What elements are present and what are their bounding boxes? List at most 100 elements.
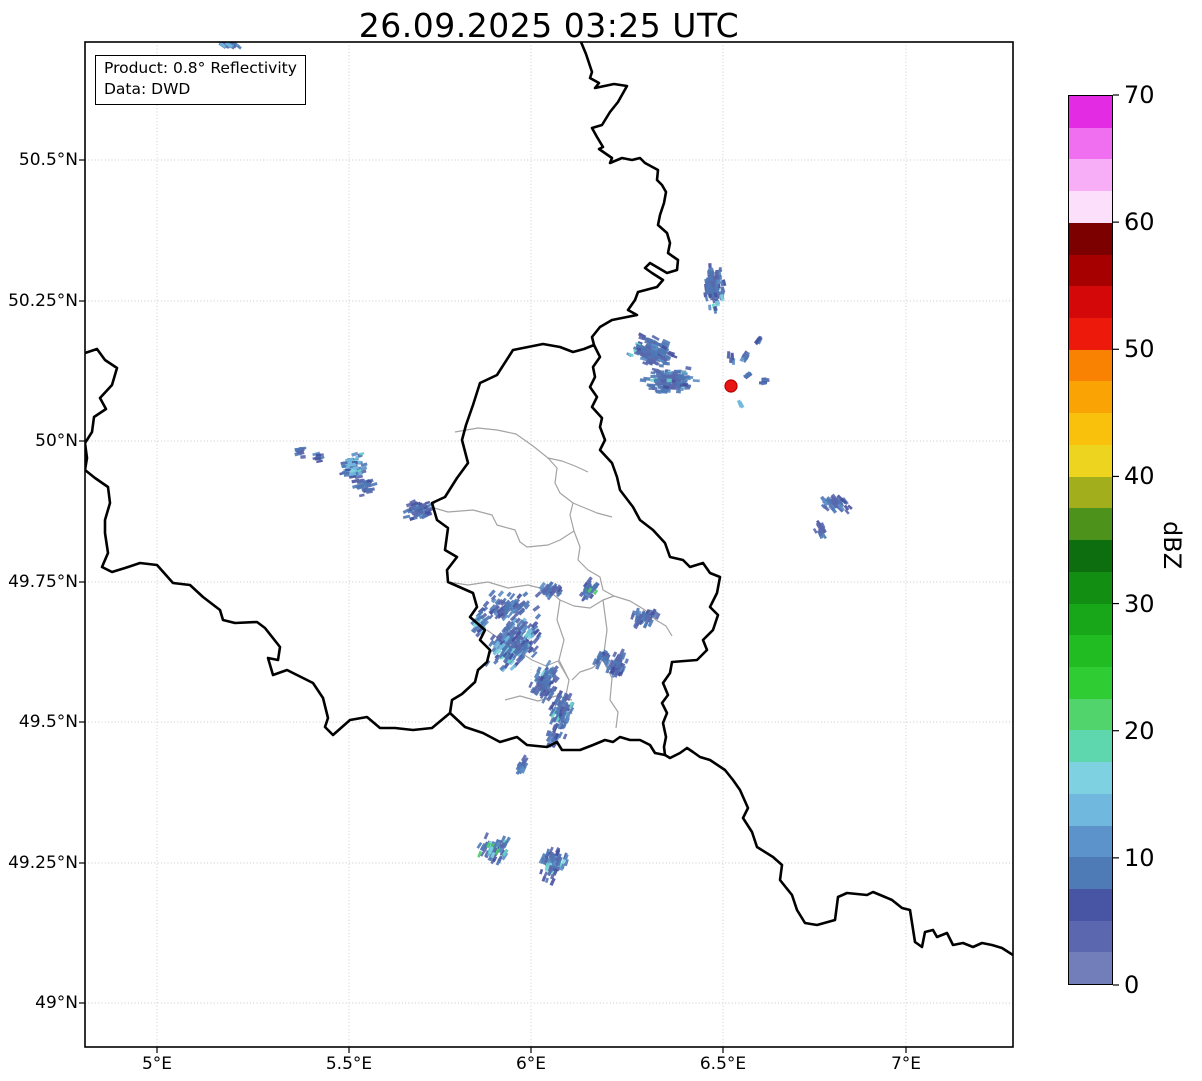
colorbar-segment	[1069, 635, 1112, 667]
colorbar-unit-label: dBZ	[1158, 520, 1186, 570]
echo-cluster	[578, 576, 600, 602]
echo-cell	[729, 357, 733, 363]
echo-cluster	[402, 499, 435, 521]
echo-cluster	[534, 581, 564, 601]
colorbar-segment	[1069, 318, 1112, 350]
echo-cell	[402, 514, 411, 519]
echo-cell	[685, 366, 692, 371]
colorbar-segment	[1069, 127, 1112, 160]
radar-figure: 26.09.2025 03:25 UTC Product: 0.8° Refle…	[0, 0, 1202, 1081]
colorbar-segment	[1069, 222, 1112, 255]
echo-cell	[657, 385, 664, 390]
colorbar-segment	[1069, 413, 1112, 445]
colorbar-tick-label: 30	[1124, 589, 1155, 618]
colorbar-segment	[1069, 476, 1112, 509]
echo-cell	[483, 832, 489, 840]
echo-cluster	[217, 42, 242, 50]
colorbar-segment	[1069, 191, 1112, 223]
echo-cell	[666, 378, 672, 383]
echo-cluster	[475, 589, 541, 623]
echo-cell	[681, 372, 688, 376]
echo-cell	[692, 379, 700, 383]
echo-cluster	[484, 613, 542, 673]
echo-cell	[706, 277, 710, 283]
echo-cell	[662, 361, 670, 366]
echo-cell	[489, 634, 497, 641]
colorbar-segment	[1069, 603, 1112, 636]
colorbar-segment	[1069, 793, 1112, 826]
colorbar-ticks	[1113, 94, 1119, 986]
colorbar-tick-label: 10	[1124, 843, 1155, 872]
echo-cell	[704, 295, 709, 302]
colorbar-segment	[1069, 444, 1112, 477]
product-info-box: Product: 0.8° Reflectivity Data: DWD	[95, 55, 306, 105]
colorbar-segment	[1069, 286, 1112, 319]
echo-cell	[539, 868, 544, 875]
colorbar-segment	[1069, 381, 1112, 414]
data-source-label: Data: DWD	[104, 80, 191, 98]
colorbar-segment	[1069, 762, 1112, 794]
district-border	[572, 502, 613, 518]
colorbar	[1068, 95, 1113, 985]
y-tick-label: 50.5°N	[18, 150, 78, 170]
x-tick-label: 7°E	[890, 1054, 922, 1074]
colorbar-segment	[1069, 857, 1112, 889]
district-border	[571, 599, 608, 681]
colorbar-segment	[1069, 254, 1112, 287]
echo-cell	[650, 374, 657, 379]
echo-cluster	[736, 399, 745, 409]
colorbar-segment	[1069, 888, 1112, 921]
echo-cluster	[312, 451, 325, 464]
y-tick-label: 49.75°N	[8, 572, 78, 592]
france-belgium-border	[85, 347, 452, 737]
echo-cell	[341, 470, 347, 475]
x-tick-label: 5°E	[141, 1054, 173, 1074]
y-tick-label: 49°N	[35, 993, 78, 1013]
echo-cluster	[592, 649, 611, 670]
echo-cluster	[812, 519, 827, 540]
colorbar-tick-label: 20	[1124, 716, 1155, 745]
echo-cell	[315, 453, 322, 457]
echo-cell	[532, 604, 541, 612]
colorbar-tick-label: 40	[1124, 462, 1155, 491]
colorbar-tick-label: 50	[1124, 335, 1155, 364]
france-germany-border	[663, 746, 1013, 957]
colorbar-tick-label: 60	[1124, 208, 1155, 237]
y-tick-label: 49.5°N	[18, 712, 78, 732]
colorbar-segment	[1069, 349, 1112, 382]
echo-cell	[562, 733, 568, 740]
echo-cell	[675, 389, 682, 394]
echo-cluster	[639, 361, 700, 394]
x-tick-label: 6.5°E	[699, 1054, 747, 1074]
echo-cell	[528, 681, 534, 689]
colorbar-segment	[1069, 96, 1112, 128]
echo-cell	[812, 528, 818, 534]
echo-cluster	[538, 846, 569, 886]
colorbar-tick-label: 0	[1124, 971, 1140, 999]
echo-cluster	[754, 335, 763, 346]
x-tick-label: 5.5°E	[325, 1054, 373, 1074]
x-tick-label: 6°E	[515, 1054, 547, 1074]
colorbar-tick-label: 70	[1124, 81, 1155, 109]
y-tick-label: 50.25°N	[8, 291, 78, 311]
colorbar-segment	[1069, 920, 1112, 953]
colorbar-segment	[1069, 571, 1112, 604]
echo-cell	[708, 304, 712, 311]
echo-cell	[673, 369, 682, 373]
colorbar-segment	[1069, 666, 1112, 699]
echo-cell	[516, 593, 523, 600]
echo-cell	[300, 454, 306, 459]
echo-cell	[534, 613, 542, 620]
colorbar-segment	[1069, 730, 1112, 763]
colorbar-segment	[1069, 698, 1112, 731]
y-tick-label: 50°N	[35, 431, 78, 451]
echo-cell	[358, 493, 365, 498]
colorbar-segment	[1069, 952, 1112, 985]
echo-cell	[671, 373, 677, 377]
echo-cluster	[626, 332, 678, 366]
echo-cell	[715, 269, 719, 276]
echo-cluster	[758, 377, 770, 386]
product-label: Product: 0.8° Reflectivity	[104, 59, 297, 77]
echo-cluster	[726, 351, 736, 365]
echo-cluster	[515, 754, 529, 776]
